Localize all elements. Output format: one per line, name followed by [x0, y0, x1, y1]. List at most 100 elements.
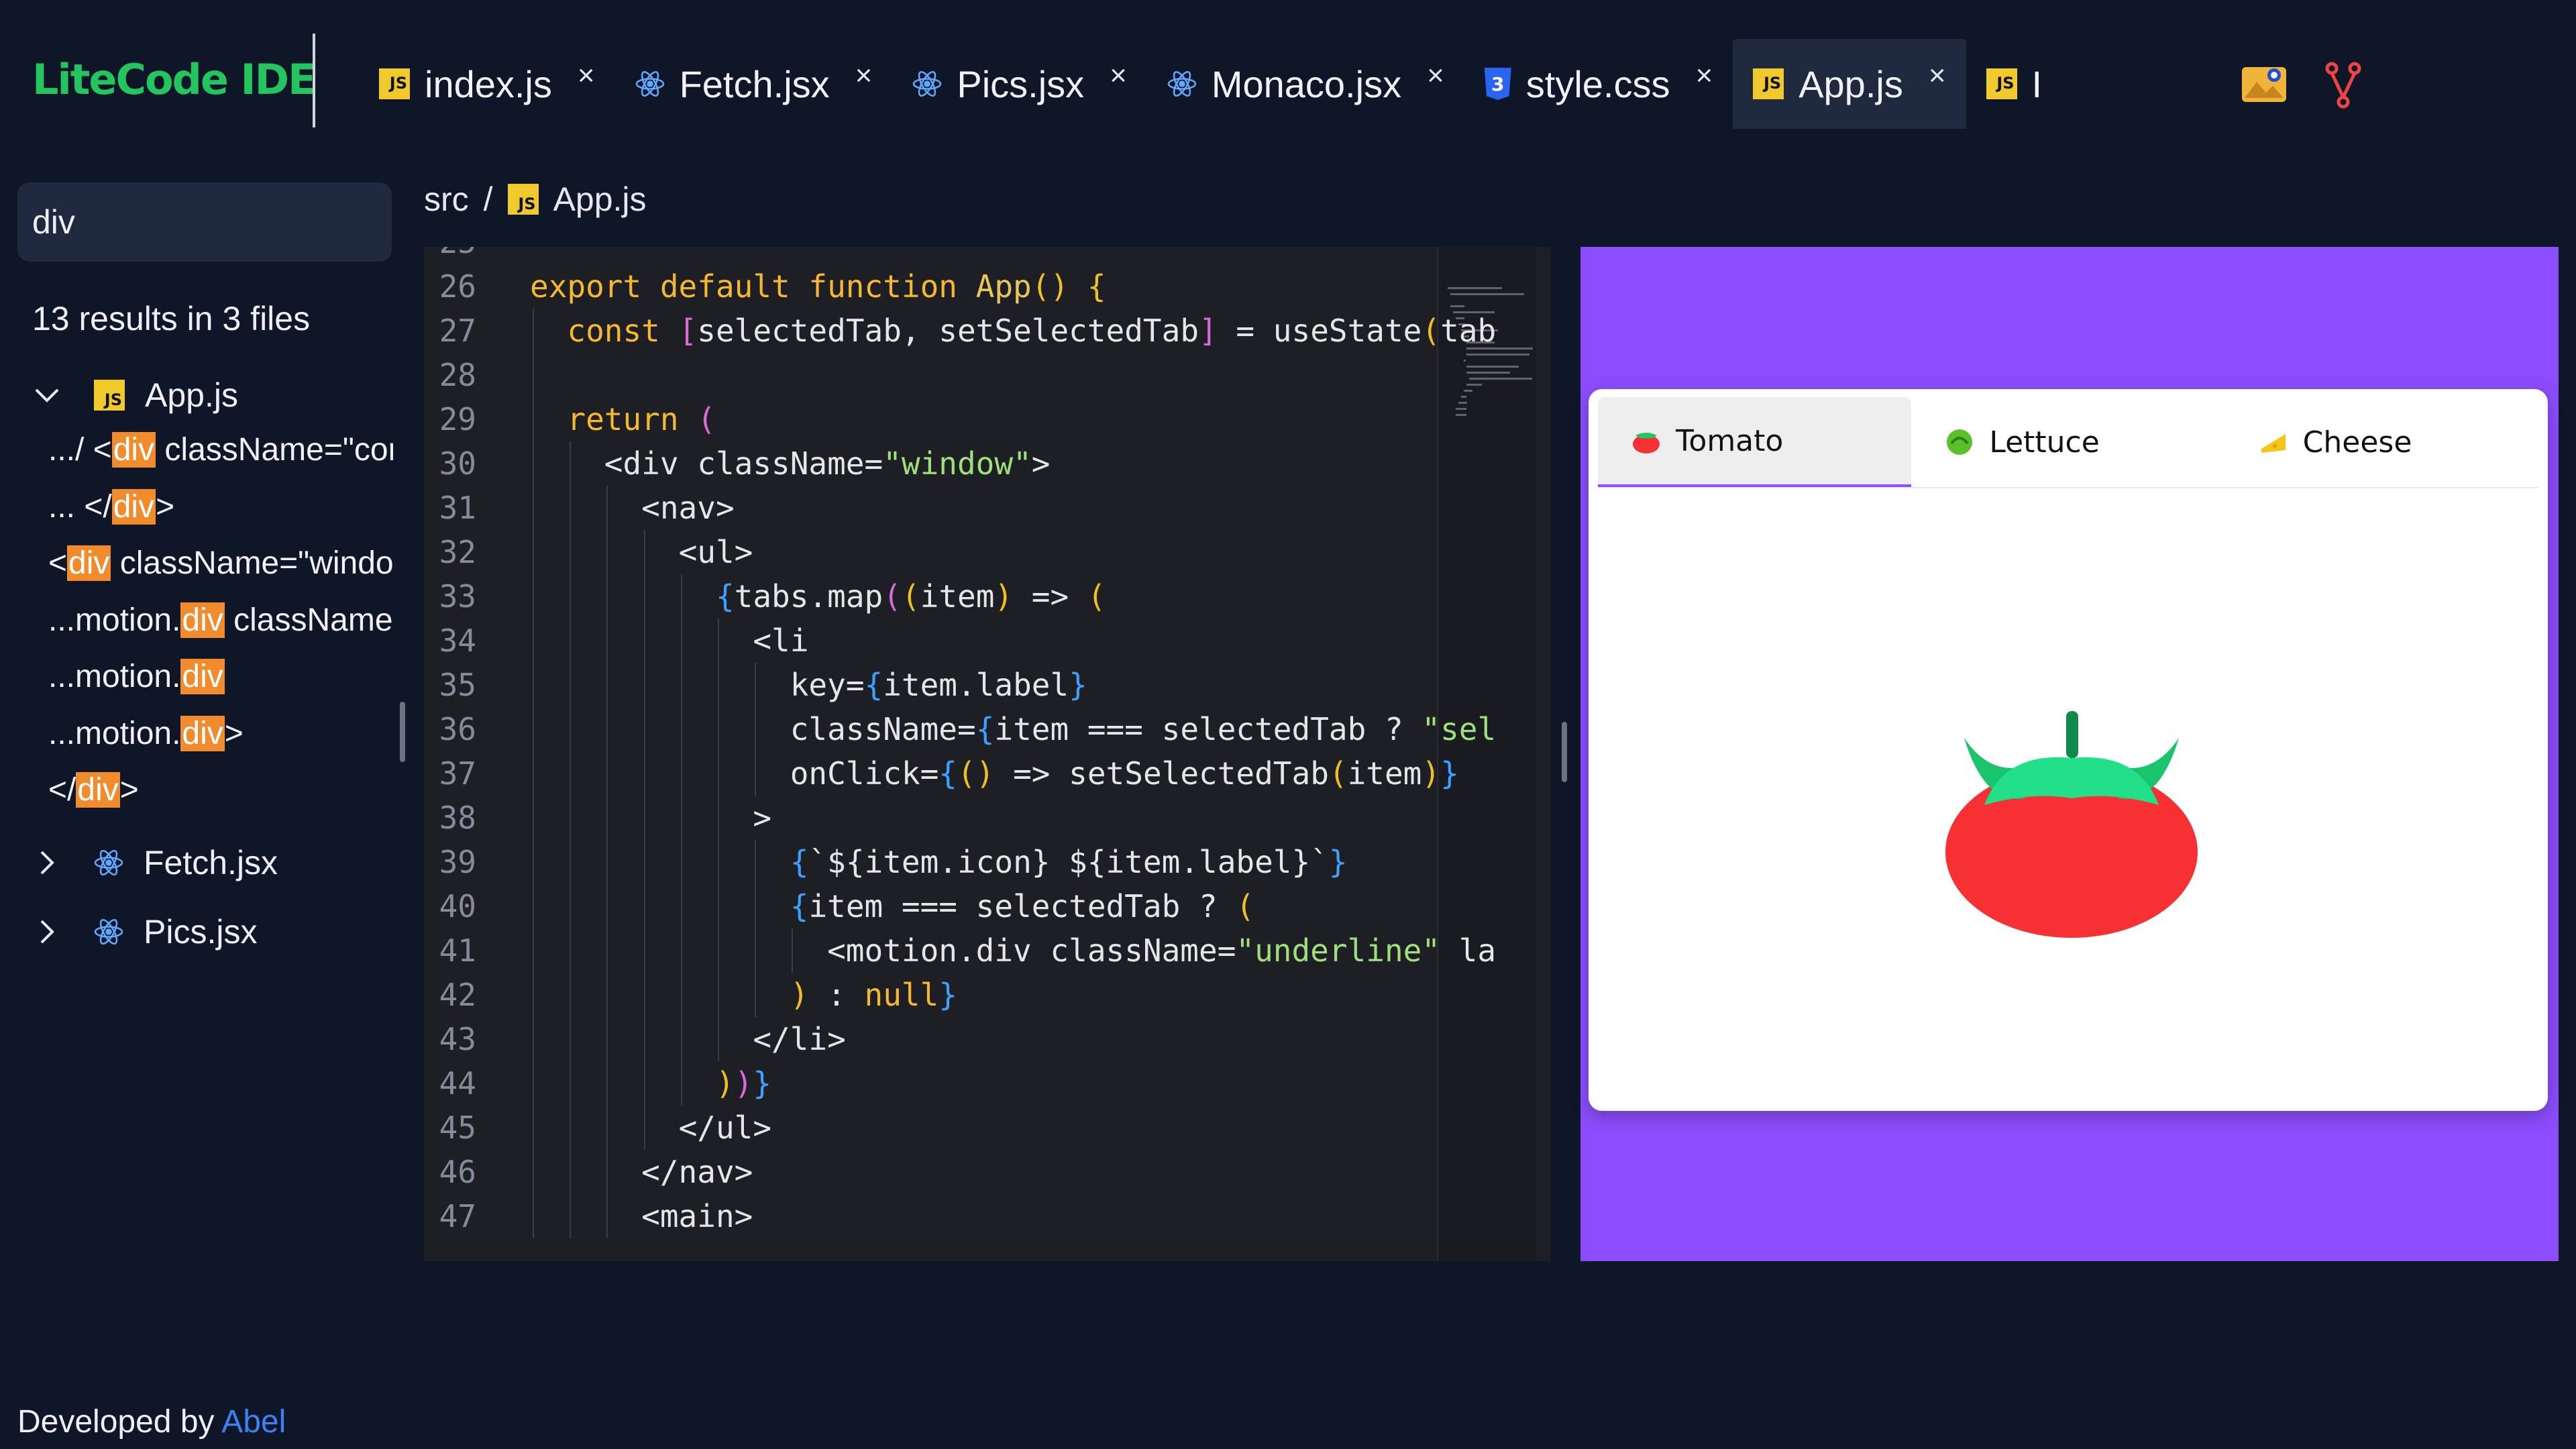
match-highlight: div — [180, 602, 225, 638]
code-line: 34 <li — [424, 619, 1437, 663]
code-line: 41 <motion.div className="underline" la — [424, 928, 1497, 973]
code-token: App — [975, 268, 1032, 305]
code-token: { — [975, 711, 995, 747]
search-match[interactable]: .../ <div className="cor — [48, 431, 393, 468]
tab-fetch-jsx[interactable]: Fetch.jsx × — [615, 39, 893, 129]
search-match[interactable]: </div> — [48, 771, 393, 808]
chevron-down-icon[interactable] — [27, 386, 67, 405]
close-icon[interactable]: × — [578, 59, 595, 93]
code-text: <li — [530, 623, 808, 659]
tab-label: I — [2031, 62, 2043, 105]
code-line: 31 <nav> — [424, 486, 1437, 530]
tree-file-app-js[interactable]: JS App.js — [27, 376, 238, 415]
match-after: className="windo — [111, 545, 393, 581]
close-icon[interactable]: × — [1929, 59, 1946, 93]
match-after: > — [119, 772, 139, 808]
minimap[interactable] — [1437, 247, 1536, 1261]
tab-style-css[interactable]: 3 style.css × — [1464, 39, 1733, 129]
line-number: 37 — [439, 755, 476, 792]
code-line: 40 {item === selectedTab ? ( — [424, 884, 1437, 928]
code-token: ) — [715, 1065, 735, 1102]
code-token: ) — [1421, 755, 1441, 792]
tab-app-js[interactable]: JS App.js × — [1733, 39, 1966, 129]
line-number: 27 — [439, 313, 476, 349]
code-text: key={item.label} — [530, 667, 1087, 703]
code-token: => setSelectedTab — [994, 755, 1329, 792]
tree-file-pics-jsx[interactable]: Pics.jsx — [27, 912, 257, 951]
code-line: 28 — [424, 353, 1437, 397]
close-icon[interactable]: × — [855, 59, 873, 93]
code-editor[interactable]: 2526export default function App() {27 co… — [424, 247, 1551, 1261]
tomato-icon — [1944, 711, 2199, 943]
css-file-icon: 3 — [1484, 68, 1511, 100]
code-text: {`${item.icon} ${item.label}`} — [530, 844, 1348, 880]
preview-tab-lettuce[interactable]: Lettuce — [1911, 397, 2224, 487]
search-match[interactable]: ...motion.div className — [48, 602, 393, 639]
chevron-right-icon[interactable] — [27, 849, 67, 876]
match-before: < — [48, 545, 68, 581]
react-icon — [94, 917, 123, 947]
code-token: tab — [1440, 313, 1497, 349]
search-match[interactable]: ...motion.div> — [48, 715, 393, 752]
code-token: "underline" — [1236, 932, 1441, 969]
chevron-right-icon[interactable] — [27, 918, 67, 945]
cheese-icon — [2259, 429, 2288, 455]
code-token: ( — [883, 578, 902, 614]
code-text: <main> — [530, 1198, 753, 1234]
preview-tab-tomato[interactable]: Tomato — [1598, 397, 1912, 487]
code-text: onClick={() => setSelectedTab(item)} — [530, 755, 1459, 792]
preview-window: Tomato Lettuce Cheese — [1589, 389, 2548, 1111]
breadcrumb-file[interactable]: App.js — [553, 180, 647, 219]
code-token: { — [864, 667, 883, 703]
code-token: { — [790, 888, 809, 924]
code-token: } — [753, 1065, 772, 1102]
tomato-icon — [1631, 427, 1661, 454]
code-text: </li> — [530, 1021, 845, 1057]
code-token: `${item.icon} ${item.label}` — [808, 844, 1329, 880]
line-number: 47 — [439, 1198, 476, 1234]
tree-file-fetch-jsx[interactable]: Fetch.jsx — [27, 843, 278, 882]
tab-i[interactable]: JS I — [1966, 39, 2043, 129]
author-link[interactable]: Abel — [221, 1404, 286, 1440]
code-token: ) — [994, 578, 1014, 614]
tab-index-js[interactable]: JS index.js × — [359, 39, 615, 129]
code-token: ( — [1087, 578, 1106, 614]
match-after: className="cor — [156, 432, 393, 468]
minimap-line — [1466, 372, 1510, 374]
sidebar-scrollbar[interactable] — [400, 702, 405, 762]
git-branch-icon[interactable] — [2325, 62, 2361, 112]
breadcrumb-folder[interactable]: src — [424, 180, 469, 219]
app-title: LiteCode IDE — [32, 55, 316, 104]
line-number: 42 — [439, 977, 476, 1013]
code-token: } — [938, 977, 958, 1013]
code-token: ( — [697, 401, 716, 437]
line-number: 38 — [439, 800, 476, 836]
match-after: > — [224, 715, 244, 751]
code-text: {item === selectedTab ? ( — [530, 888, 1254, 924]
tab-monaco-jsx[interactable]: Monaco.jsx × — [1147, 39, 1464, 129]
code-token: ) — [790, 977, 809, 1013]
minimap-line — [1466, 354, 1529, 356]
preview-tab-cheese[interactable]: Cheese — [2225, 397, 2538, 487]
search-match[interactable]: ...motion.div — [48, 658, 393, 695]
tab-label: index.js — [425, 62, 552, 105]
code-token: () — [957, 755, 995, 792]
search-input[interactable]: div — [17, 182, 392, 262]
line-number: 46 — [439, 1154, 476, 1190]
close-icon[interactable]: × — [1110, 59, 1127, 93]
match-before: </ — [48, 772, 76, 808]
live-preview: Tomato Lettuce Cheese — [1580, 247, 2559, 1261]
code-line: 27 const [selectedTab, setSelectedTab] =… — [424, 309, 1497, 353]
close-icon[interactable]: × — [1695, 59, 1713, 93]
close-icon[interactable]: × — [1427, 59, 1444, 93]
code-text: export default function App() { — [530, 268, 1106, 305]
search-match[interactable]: ... </div> — [48, 488, 393, 525]
code-token: item — [1347, 755, 1422, 792]
editor-scrollbar[interactable] — [1562, 722, 1567, 782]
line-number: 31 — [439, 490, 476, 526]
tab-pics-jsx[interactable]: Pics.jsx × — [892, 39, 1147, 129]
code-text: <div className="window"> — [530, 445, 1051, 482]
search-match[interactable]: <div className="windo — [48, 545, 393, 582]
image-gallery-icon[interactable] — [2241, 62, 2288, 112]
title-divider — [313, 34, 315, 127]
